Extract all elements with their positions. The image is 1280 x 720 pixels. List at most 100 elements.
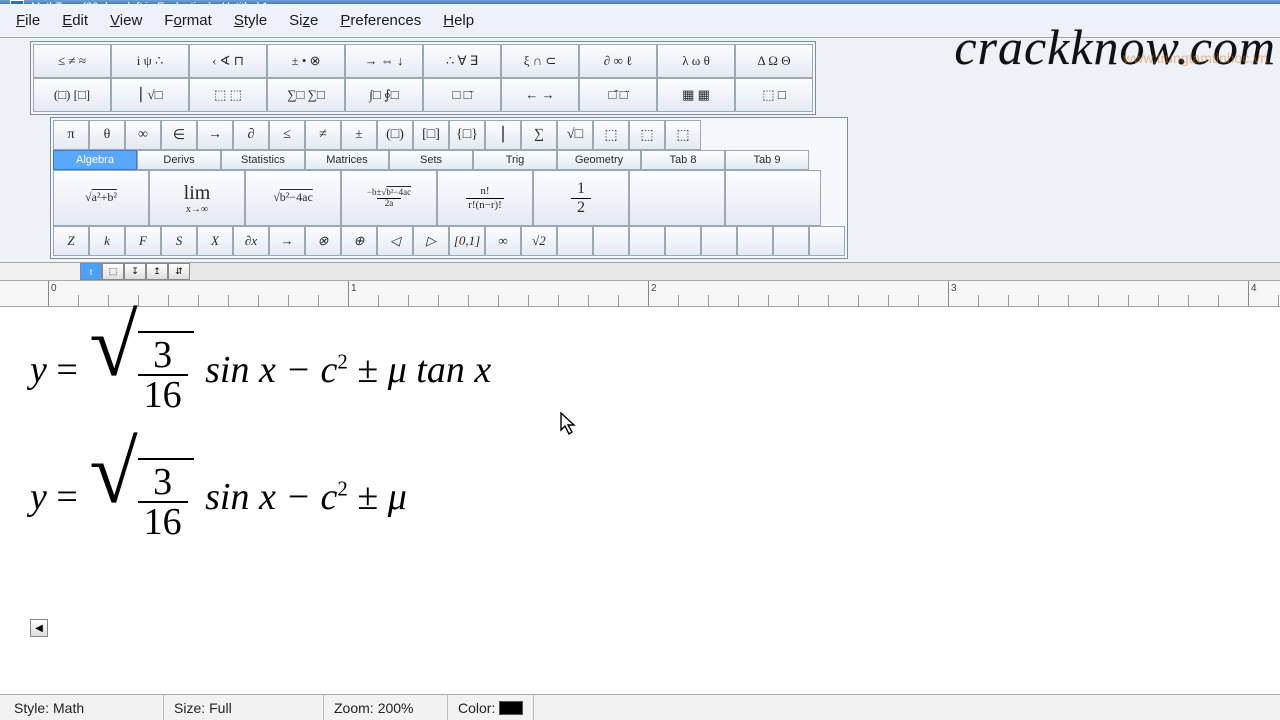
extra-cell-5[interactable]: ∂x	[233, 226, 269, 256]
tab-mini-3[interactable]: ↧	[124, 263, 146, 280]
menu-view[interactable]: View	[100, 8, 152, 33]
template-cell-4[interactable]: n!r!(n−r)!	[437, 170, 533, 226]
extra-cell-7[interactable]: ⊗	[305, 226, 341, 256]
tb1-cell-7[interactable]: ∂ ∞ ℓ	[579, 44, 657, 78]
template-cell-0[interactable]: √a²+b²	[53, 170, 149, 226]
tb3-cell-3[interactable]: ∈	[161, 120, 197, 150]
tb3-cell-14[interactable]: √□	[557, 120, 593, 150]
extra-cell-4[interactable]: X	[197, 226, 233, 256]
extra-cell-3[interactable]: S	[161, 226, 197, 256]
extra-cell-17[interactable]	[665, 226, 701, 256]
tb3-cell-2[interactable]: ∞	[125, 120, 161, 150]
palette-tab-tab-8[interactable]: Tab 8	[641, 150, 725, 170]
tb2-cell-4[interactable]: ∫□ ∮□	[345, 78, 423, 112]
scroll-left-button[interactable]: ◀	[30, 619, 48, 637]
extra-cell-19[interactable]	[737, 226, 773, 256]
tb1-cell-0[interactable]: ≤ ≠ ≈	[33, 44, 111, 78]
extra-cell-14[interactable]	[557, 226, 593, 256]
extra-cell-10[interactable]: ▷	[413, 226, 449, 256]
tb3-cell-8[interactable]: ±	[341, 120, 377, 150]
template-cell-1[interactable]: limx→∞	[149, 170, 245, 226]
tb2-cell-9[interactable]: ⬚ □	[735, 78, 813, 112]
tb3-cell-17[interactable]: ⬚	[665, 120, 701, 150]
tb3-cell-16[interactable]: ⬚	[629, 120, 665, 150]
tb1-cell-5[interactable]: ∴ ∀ ∃	[423, 44, 501, 78]
ruler-minor	[438, 295, 439, 307]
tb2-cell-6[interactable]: ← →	[501, 78, 579, 112]
tb3-cell-12[interactable]: ⎮	[485, 120, 521, 150]
extra-cell-21[interactable]	[809, 226, 845, 256]
palette-tab-statistics[interactable]: Statistics	[221, 150, 305, 170]
extra-cell-13[interactable]: √2	[521, 226, 557, 256]
template-cell-6[interactable]	[629, 170, 725, 226]
menu-help[interactable]: Help	[433, 8, 484, 33]
tb3-cell-13[interactable]: ∑	[521, 120, 557, 150]
extra-cell-2[interactable]: F	[125, 226, 161, 256]
tb2-cell-7[interactable]: □̂ □̈	[579, 78, 657, 112]
tb3-cell-10[interactable]: [□]	[413, 120, 449, 150]
tb2-cell-3[interactable]: ∑□ ∑□	[267, 78, 345, 112]
palette-tab-tab-9[interactable]: Tab 9	[725, 150, 809, 170]
tb3-cell-1[interactable]: θ	[89, 120, 125, 150]
extra-cell-16[interactable]	[629, 226, 665, 256]
color-swatch[interactable]	[499, 701, 523, 715]
palette-tab-sets[interactable]: Sets	[389, 150, 473, 170]
extra-cell-1[interactable]: k	[89, 226, 125, 256]
tab-mini-2[interactable]: ⬚	[102, 263, 124, 280]
tab-mini-1[interactable]: t	[80, 263, 102, 280]
template-cell-7[interactable]	[725, 170, 821, 226]
template-cell-2[interactable]: √b²−4ac	[245, 170, 341, 226]
extra-cell-0[interactable]: Z	[53, 226, 89, 256]
extra-cell-18[interactable]	[701, 226, 737, 256]
template-cell-3[interactable]: −b±√b²−4ac2a	[341, 170, 437, 226]
tb1-cell-2[interactable]: ‹ ∢ ⊓	[189, 44, 267, 78]
template-cell-5[interactable]: 12	[533, 170, 629, 226]
extra-cell-20[interactable]	[773, 226, 809, 256]
extra-cell-12[interactable]: ∞	[485, 226, 521, 256]
tb3-cell-15[interactable]: ⬚	[593, 120, 629, 150]
palette-tab-matrices[interactable]: Matrices	[305, 150, 389, 170]
extra-cell-6[interactable]: →	[269, 226, 305, 256]
palette-tab-derivs[interactable]: Derivs	[137, 150, 221, 170]
tb2-cell-8[interactable]: ▦ ▦	[657, 78, 735, 112]
equation-canvas[interactable]: y = √ 3 16 sin x − c2 ± μ tan x y = √ 3	[0, 307, 1280, 667]
tb2-cell-1[interactable]: ⎮ √□	[111, 78, 189, 112]
tb3-cell-4[interactable]: →	[197, 120, 233, 150]
tb3-cell-7[interactable]: ≠	[305, 120, 341, 150]
tb1-cell-6[interactable]: ξ ∩ ⊂	[501, 44, 579, 78]
tb3-cell-11[interactable]: {□}	[449, 120, 485, 150]
menu-format[interactable]: Format	[154, 8, 222, 33]
tb1-cell-1[interactable]: i ψ ∴	[111, 44, 189, 78]
palette-tab-algebra[interactable]: Algebra	[53, 150, 137, 170]
tb2-cell-5[interactable]: □ □̄	[423, 78, 501, 112]
palette-tab-geometry[interactable]: Geometry	[557, 150, 641, 170]
ruler-minor	[198, 295, 199, 307]
menu-size[interactable]: Size	[279, 8, 328, 33]
tb3-cell-5[interactable]: ∂	[233, 120, 269, 150]
tb1-cell-3[interactable]: ± • ⊗	[267, 44, 345, 78]
tb2-cell-2[interactable]: ⬚ ⬚	[189, 78, 267, 112]
tb3-cell-9[interactable]: (□)	[377, 120, 413, 150]
ruler[interactable]: 01234	[0, 281, 1280, 307]
menu-file[interactable]: File	[6, 8, 50, 33]
tb2-cell-0[interactable]: (□) [□]	[33, 78, 111, 112]
ruler-minor	[858, 295, 859, 307]
extra-cell-11[interactable]: [0,1]	[449, 226, 485, 256]
tab-mini-5[interactable]: ⇵	[168, 263, 190, 280]
tb1-cell-9[interactable]: Δ Ω Θ	[735, 44, 813, 78]
extra-cell-9[interactable]: ◁	[377, 226, 413, 256]
status-style-label: Style:	[14, 700, 49, 716]
extra-cell-15[interactable]	[593, 226, 629, 256]
eq2-frac-num: 3	[147, 463, 178, 501]
tb3-cell-0[interactable]: π	[53, 120, 89, 150]
palette-tab-trig[interactable]: Trig	[473, 150, 557, 170]
menu-preferences[interactable]: Preferences	[330, 8, 431, 33]
tb1-cell-8[interactable]: λ ω θ	[657, 44, 735, 78]
menu-edit[interactable]: Edit	[52, 8, 98, 33]
ruler-minor	[168, 295, 169, 307]
tb1-cell-4[interactable]: → ⇔ ↓	[345, 44, 423, 78]
tb3-cell-6[interactable]: ≤	[269, 120, 305, 150]
menu-style[interactable]: Style	[224, 8, 277, 33]
tab-mini-4[interactable]: ↥	[146, 263, 168, 280]
extra-cell-8[interactable]: ⊕	[341, 226, 377, 256]
